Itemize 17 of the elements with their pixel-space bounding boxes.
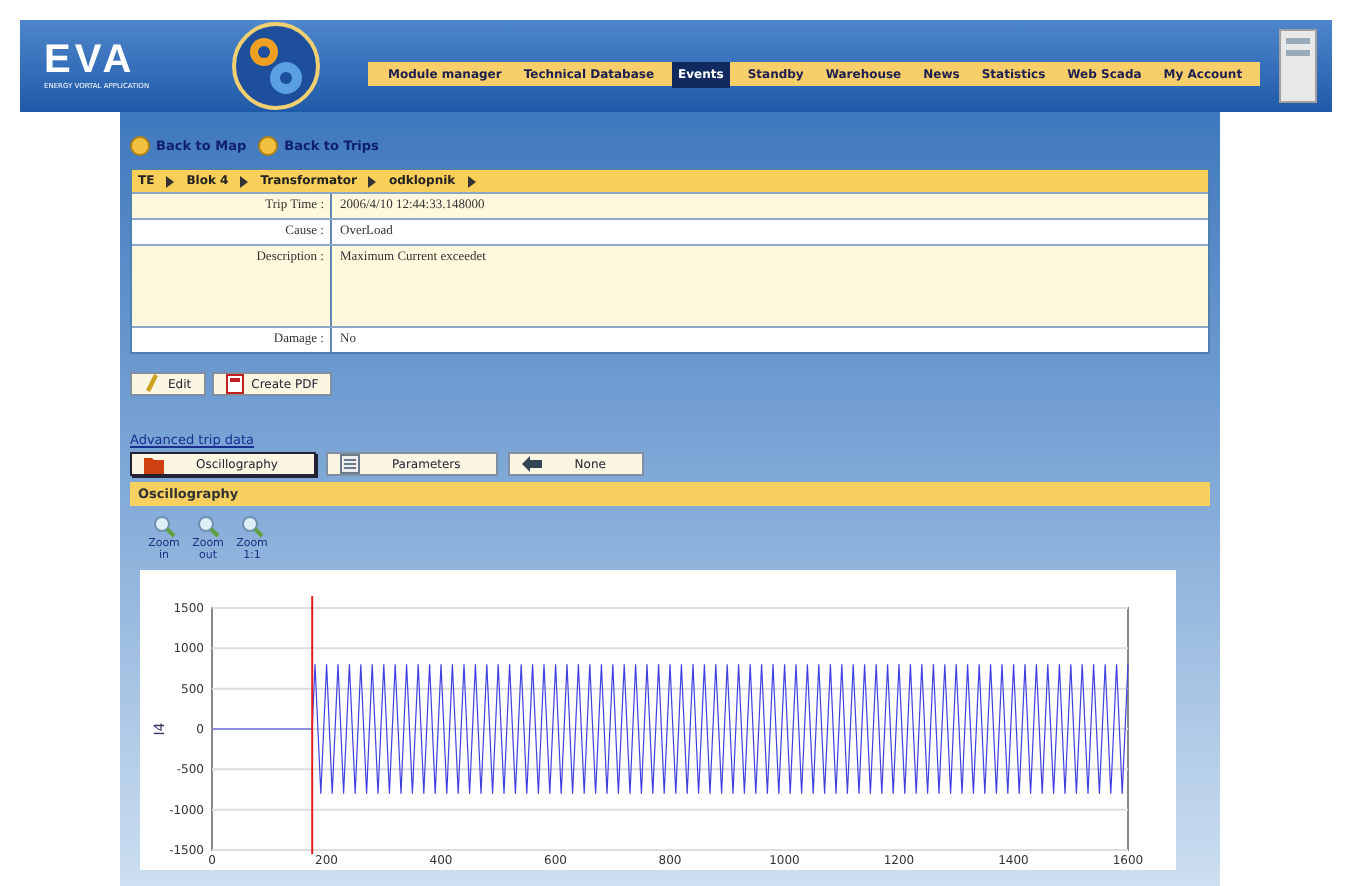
arrow-icon — [238, 175, 251, 187]
magnifier-icon — [152, 514, 176, 538]
pencil-icon — [144, 374, 160, 394]
server-icon — [1276, 26, 1320, 106]
arrow-icon — [465, 175, 478, 187]
logo: EVA — [44, 40, 138, 80]
magnifier-icon — [196, 514, 220, 538]
arrow-icon — [522, 456, 543, 472]
arrow-icon — [164, 175, 177, 187]
folder-icon — [144, 455, 164, 473]
sheet-icon — [339, 454, 360, 474]
magnifier-icon — [240, 514, 264, 538]
document-icon — [225, 374, 244, 394]
bullet-icon — [258, 136, 279, 156]
arrow-icon — [366, 175, 379, 187]
bullet-icon — [130, 136, 150, 156]
gear-icon — [232, 22, 320, 110]
